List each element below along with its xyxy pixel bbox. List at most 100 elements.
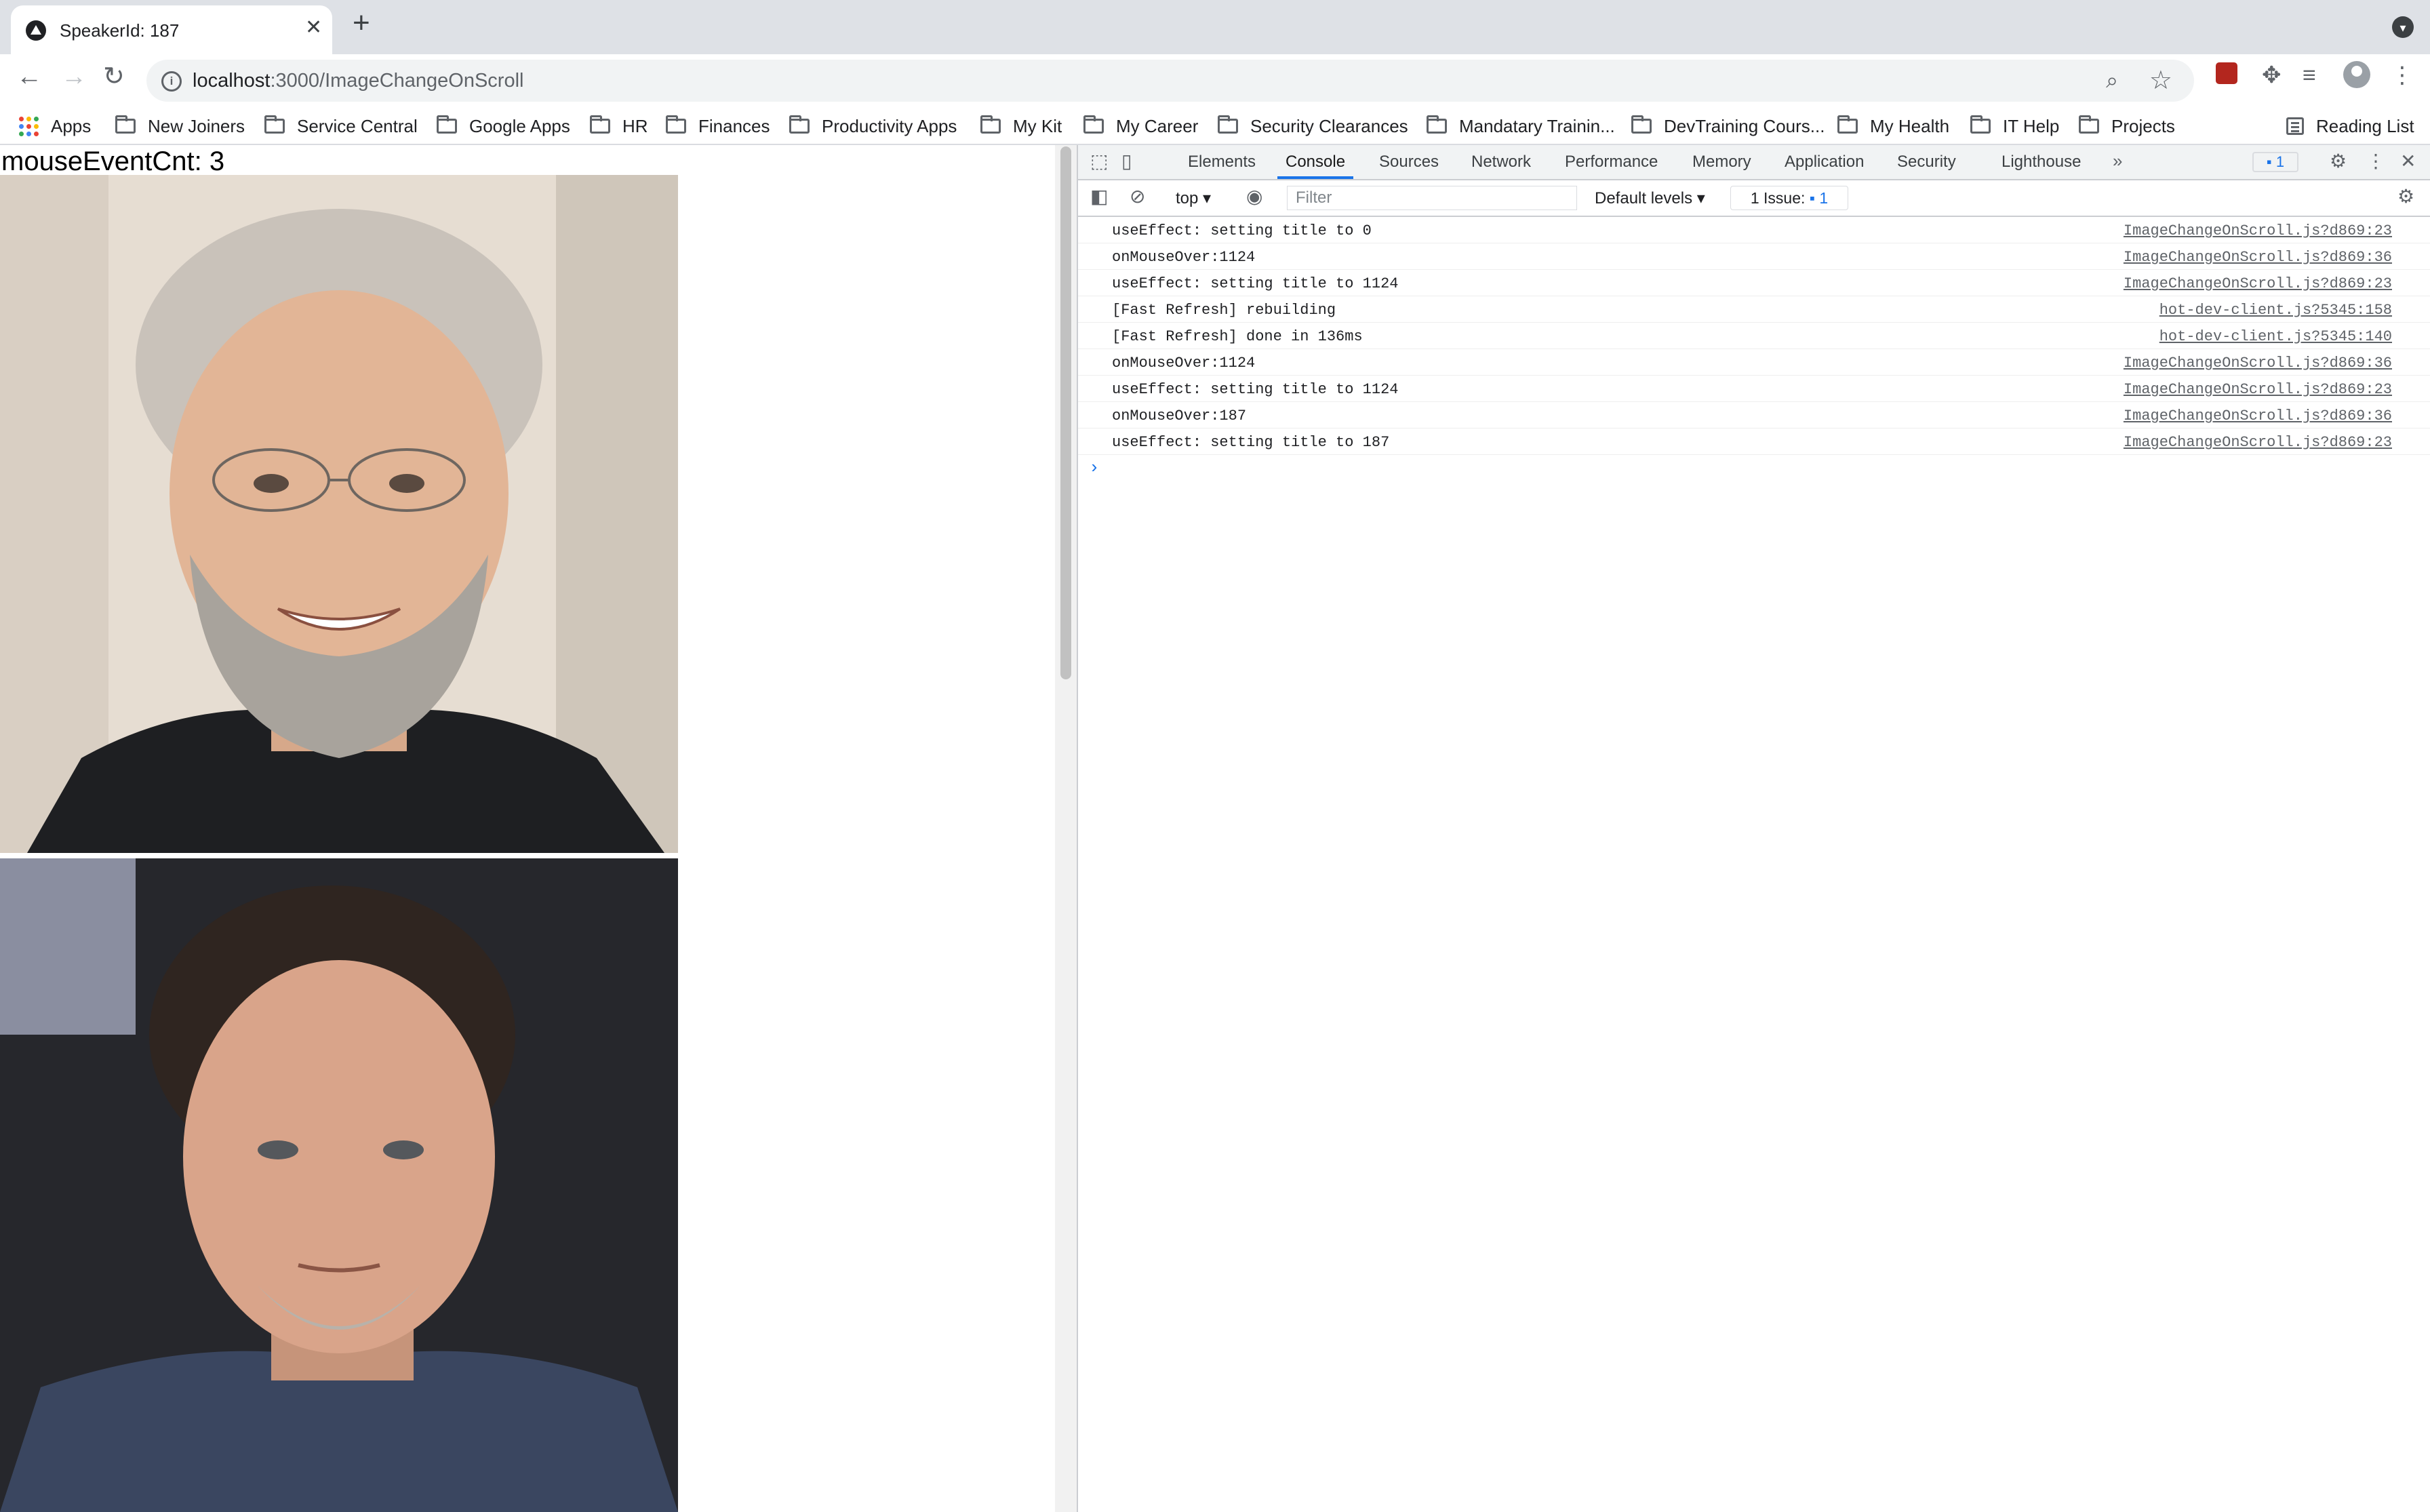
tab-memory[interactable]: Memory <box>1692 145 1751 179</box>
console-message: useEffect: setting title to 1124 ImageCha… <box>1078 270 2430 296</box>
scrollbar-thumb[interactable] <box>1060 146 1071 679</box>
bookmark-hr[interactable]: HR <box>590 108 648 144</box>
speaker-photo[interactable] <box>0 175 678 853</box>
log-source-link[interactable]: ImageChangeOnScroll.js?d869:23 <box>2124 381 2392 398</box>
bookmark-label: IT Help <box>2003 115 2060 136</box>
bookmark-label: Apps <box>51 115 92 136</box>
bookmark-label: HR <box>622 115 648 136</box>
log-source-link[interactable]: ImageChangeOnScroll.js?d869:23 <box>2124 275 2392 292</box>
tab-performance[interactable]: Performance <box>1565 145 1658 179</box>
chrome-menu-icon[interactable]: ⋮ <box>2391 64 2414 87</box>
console-settings-gear-icon[interactable]: ⚙ <box>2397 187 2414 206</box>
folder-icon <box>1970 115 1991 134</box>
tab-title: SpeakerId: 187 <box>60 20 180 41</box>
more-options-icon[interactable]: ⋮ <box>2366 152 2385 171</box>
bookmark-star-icon[interactable]: ☆ <box>2149 65 2172 96</box>
bookmark-label: My Career <box>1116 115 1199 136</box>
log-message: [Fast Refresh] rebuilding <box>1112 302 1336 319</box>
site-info-icon[interactable]: i <box>161 71 182 92</box>
close-devtools-icon[interactable]: ✕ <box>2400 152 2416 171</box>
reading-list-button[interactable]: Reading List <box>2286 108 2414 144</box>
extensions-icon[interactable]: ✥ <box>2262 64 2282 87</box>
tab-elements[interactable]: Elements <box>1188 145 1256 179</box>
media-controls-icon[interactable]: ≡ <box>2303 64 2316 87</box>
url-text[interactable]: localhost:3000/ImageChangeOnScroll <box>193 70 523 92</box>
log-message: onMouseOver:1124 <box>1112 355 1256 372</box>
inspect-element-icon[interactable]: ⬚ <box>1090 152 1108 171</box>
folder-icon <box>115 115 136 134</box>
folder-icon <box>264 115 285 134</box>
forward-icon[interactable]: → <box>61 64 87 89</box>
new-tab-icon[interactable]: + <box>353 8 370 38</box>
folder-icon <box>1631 115 1652 134</box>
sidebar-toggle-icon[interactable]: ◧ <box>1090 187 1108 206</box>
clear-console-icon[interactable]: ⊘ <box>1130 187 1145 206</box>
bookmark-mandatary-training[interactable]: Mandatary Trainin... <box>1427 108 1615 144</box>
bookmark-my-health[interactable]: My Health <box>1837 108 1949 144</box>
log-source-link[interactable]: hot-dev-client.js?5345:158 <box>2159 302 2392 319</box>
bookmark-apps[interactable]: Apps <box>19 108 91 144</box>
bookmark-google-apps[interactable]: Google Apps <box>437 108 570 144</box>
reading-list-icon <box>2286 117 2304 135</box>
settings-gear-icon[interactable]: ⚙ <box>2330 152 2347 171</box>
address-bar[interactable]: i localhost:3000/ImageChangeOnScroll ⌕ ☆ <box>146 60 2194 102</box>
tab-lighthouse[interactable]: Lighthouse <box>2001 145 2081 179</box>
back-icon[interactable]: ← <box>16 64 42 89</box>
bookmark-label: DevTraining Cours... <box>1664 115 1825 136</box>
context-select[interactable]: top ▾ <box>1176 188 1211 208</box>
devtools-panel: ⬚ ▯ Elements Console Sources Network Per… <box>1077 145 2430 1512</box>
bookmark-service-central[interactable]: Service Central <box>264 108 418 144</box>
bookmark-security-clearances[interactable]: Security Clearances <box>1218 108 1408 144</box>
bookmark-productivity-apps[interactable]: Productivity Apps <box>789 108 957 144</box>
live-expression-eye-icon[interactable]: ◉ <box>1246 187 1262 206</box>
bookmark-devtraining-courses[interactable]: DevTraining Cours... <box>1631 108 1825 144</box>
page-scrollbar[interactable] <box>1055 145 1077 1512</box>
tab-application[interactable]: Application <box>1785 145 1864 179</box>
bookmark-finances[interactable]: Finances <box>666 108 770 144</box>
bookmark-label: My Health <box>1870 115 1950 136</box>
log-levels-dropdown[interactable]: Default levels ▾ <box>1595 188 1705 208</box>
bookmark-label: Mandatary Trainin... <box>1459 115 1615 136</box>
tab-console[interactable]: Console <box>1277 145 1354 179</box>
tab-search-icon[interactable]: ▾ <box>2392 16 2414 38</box>
reload-icon[interactable]: ↻ <box>103 64 125 89</box>
bookmark-my-career[interactable]: My Career <box>1083 108 1198 144</box>
speaker-photo[interactable] <box>0 858 678 1512</box>
log-source-link[interactable]: ImageChangeOnScroll.js?d869:36 <box>2124 355 2392 372</box>
bookmark-it-help[interactable]: IT Help <box>1970 108 2059 144</box>
issues-counter-button[interactable]: 1 Issue: ▪ 1 <box>1730 186 1848 210</box>
more-tabs-icon[interactable]: » <box>2113 152 2122 170</box>
log-message: useEffect: setting title to 0 <box>1112 222 1372 239</box>
console-message: useEffect: setting title to 1124 ImageCha… <box>1078 376 2430 402</box>
console-message: onMouseOver:1124 ImageChangeOnScroll.js?d… <box>1078 243 2430 270</box>
bookmark-my-kit[interactable]: My Kit <box>980 108 1062 144</box>
console-prompt[interactable]: › <box>1078 455 2430 482</box>
bookmarks-bar: Apps New Joiners Service Central Google … <box>0 108 2430 145</box>
device-toolbar-icon[interactable]: ▯ <box>1121 152 1132 171</box>
devtools-tab-bar: ⬚ ▯ Elements Console Sources Network Per… <box>1078 145 2430 180</box>
bookmark-new-joiners[interactable]: New Joiners <box>115 108 245 144</box>
folder-icon <box>1427 115 1447 134</box>
issues-badge[interactable]: ▪ 1 <box>2252 152 2298 172</box>
tab-security[interactable]: Security <box>1897 145 1956 179</box>
log-source-link[interactable]: ImageChangeOnScroll.js?d869:36 <box>2124 249 2392 266</box>
zoom-icon[interactable]: ⌕ <box>2106 68 2118 94</box>
extension-icon[interactable] <box>2216 62 2237 84</box>
log-source-link[interactable]: ImageChangeOnScroll.js?d869:23 <box>2124 222 2392 239</box>
browser-toolbar: ← → ↻ i localhost:3000/ImageChangeOnScro… <box>0 54 2430 108</box>
tab-sources[interactable]: Sources <box>1379 145 1439 179</box>
tab-network[interactable]: Network <box>1471 145 1531 179</box>
close-tab-icon[interactable]: ✕ <box>305 18 322 38</box>
console-filter-input[interactable] <box>1287 186 1577 210</box>
browser-tab[interactable]: SpeakerId: 187 ✕ <box>11 5 332 54</box>
bookmark-label: Projects <box>2111 115 2175 136</box>
log-source-link[interactable]: ImageChangeOnScroll.js?d869:36 <box>2124 407 2392 424</box>
log-source-link[interactable]: hot-dev-client.js?5345:140 <box>2159 328 2392 345</box>
profile-avatar-icon[interactable] <box>2343 61 2370 88</box>
apps-grid-icon <box>19 116 39 136</box>
folder-icon <box>2079 115 2099 134</box>
console-message: onMouseOver:187 ImageChangeOnScroll.js?d8… <box>1078 402 2430 429</box>
log-source-link[interactable]: ImageChangeOnScroll.js?d869:23 <box>2124 434 2392 451</box>
bookmark-projects[interactable]: Projects <box>2079 108 2175 144</box>
prompt-chevron-icon: › <box>1089 458 1100 478</box>
